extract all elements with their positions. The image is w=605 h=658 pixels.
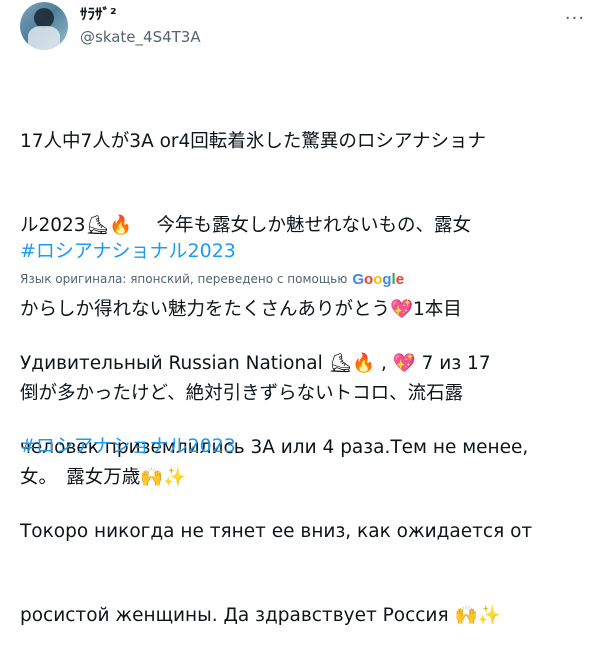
more-icon: ··· — [564, 7, 586, 29]
translated-text-line: Токоро никогда не тянет ее вниз, как ожи… — [20, 521, 533, 542]
hashtag-link-translated[interactable]: #ロシアナショナル2023 — [20, 433, 236, 459]
google-logo-letter: g — [382, 270, 392, 288]
google-logo-letter: G — [352, 270, 365, 288]
user-handle[interactable]: @skate_4S4T3A — [80, 27, 201, 47]
translated-text-line: росистой женщины. Да здравствует Россия … — [20, 605, 501, 626]
user-info: ｻﾗｻﾞ² @skate_4S4T3A — [80, 4, 201, 47]
google-logo-letter: e — [395, 270, 405, 288]
hashtag-link[interactable]: #ロシアナショナル2023 — [20, 238, 236, 264]
more-options-button[interactable]: ··· — [560, 6, 590, 30]
google-logo[interactable]: Google — [352, 271, 404, 288]
avatar-figure-head — [34, 8, 54, 28]
translated-text-line: Удивительный Russian National ⛸🔥 , 💖 7 и… — [20, 353, 491, 374]
tweet-text-line: ル2023⛸🔥 今年も露女しか魅せれないもの、露女 — [20, 215, 471, 236]
avatar-figure-body — [28, 26, 60, 50]
display-name[interactable]: ｻﾗｻﾞ² — [80, 4, 201, 24]
avatar[interactable] — [20, 2, 68, 50]
google-logo-letter: o — [373, 270, 383, 288]
translation-attribution: Язык оригинала: японский, переведено с п… — [20, 268, 404, 290]
translated-text: Удивительный Russian National ⛸🔥 , 💖 7 и… — [20, 294, 590, 658]
translation-label: Язык оригинала: японский, переведено с п… — [20, 272, 348, 286]
tweet-text-line: 17人中7人が3A or4回転着氷した驚異のロシアナショナ — [20, 131, 486, 152]
google-logo-letter: o — [364, 270, 374, 288]
